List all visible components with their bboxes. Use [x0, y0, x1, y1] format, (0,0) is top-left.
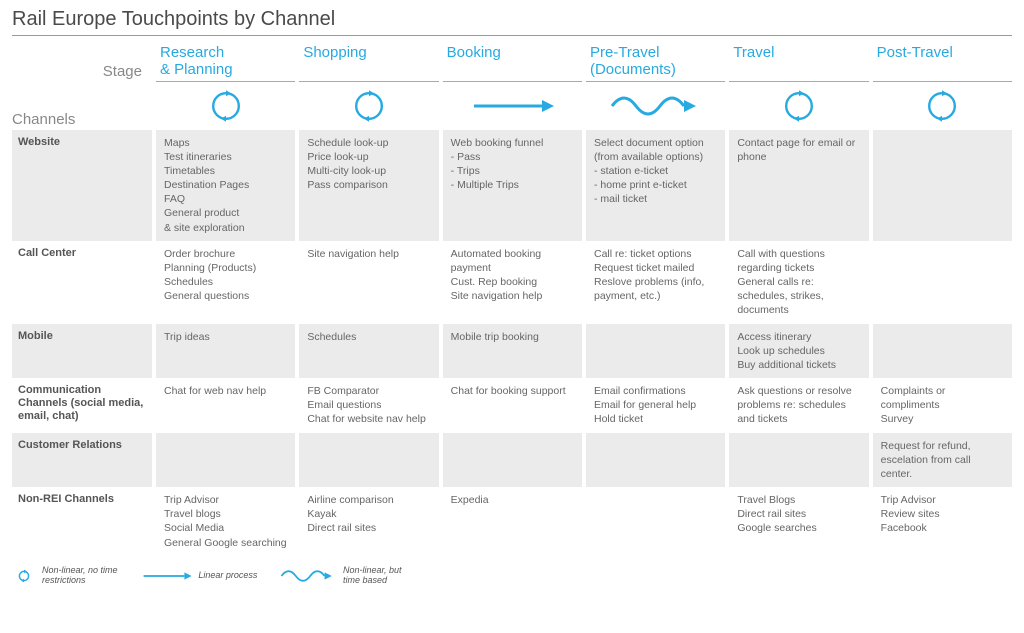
- legend-text: Linear process: [198, 571, 257, 581]
- touchpoint-cell: [729, 433, 868, 488]
- channel-row-header: Call Center: [12, 241, 152, 324]
- legend-item: Non-linear, no time restrictions: [12, 564, 118, 588]
- touchpoint-cell: Select document option (from available o…: [586, 130, 725, 241]
- legend-text: Non-linear, no time restrictions: [42, 566, 118, 586]
- channel-row-header: Non-REI Channels: [12, 487, 152, 556]
- touchpoint-cell: Site navigation help: [299, 241, 438, 324]
- stage-header: Post-Travel: [873, 40, 1012, 82]
- touchpoint-cell: Trip ideas: [156, 324, 295, 379]
- touchpoint-cell: Mobile trip booking: [443, 324, 582, 379]
- touchpoint-cell: Expedia: [443, 487, 582, 556]
- stage-header: Shopping: [299, 40, 438, 82]
- channel-row-header: Customer Relations: [12, 433, 152, 488]
- touchpoint-cell: Automated booking payment Cust. Rep book…: [443, 241, 582, 324]
- arrow-icon: [443, 82, 582, 130]
- channel-row-header: Mobile: [12, 324, 152, 379]
- touchpoint-cell: Travel Blogs Direct rail sites Google se…: [729, 487, 868, 556]
- touchpoint-cell: [586, 487, 725, 556]
- channels-label: Channels: [12, 111, 152, 130]
- touchpoint-cell: Web booking funnel - Pass - Trips - Mult…: [443, 130, 582, 241]
- touchpoint-cell: Trip Advisor Travel blogs Social Media G…: [156, 487, 295, 556]
- legend-text: Non-linear, but time based: [343, 566, 402, 586]
- touchpoint-cell: [586, 433, 725, 488]
- legend-item: Linear process: [140, 564, 258, 588]
- cycle-icon: [156, 82, 295, 130]
- arrow-icon: [140, 564, 193, 588]
- touchpoint-cell: Email confirmations Email for general he…: [586, 378, 725, 433]
- touchpoint-cell: Ask questions or resolve problems re: sc…: [729, 378, 868, 433]
- touchpoint-grid: Stage Research & Planning Shopping Booki…: [12, 40, 1012, 556]
- stage-label: Stage: [12, 63, 152, 82]
- touchpoint-cell: [299, 433, 438, 488]
- touchpoint-cell: Schedule look-up Price look-up Multi-cit…: [299, 130, 438, 241]
- cycle-icon: [12, 564, 36, 588]
- touchpoint-cell: Access itinerary Look up schedules Buy a…: [729, 324, 868, 379]
- stage-header: Pre-Travel (Documents): [586, 40, 725, 82]
- stage-header: Travel: [729, 40, 868, 82]
- touchpoint-cell: [873, 241, 1012, 324]
- cycle-icon: [299, 82, 438, 130]
- touchpoint-cell: Schedules: [299, 324, 438, 379]
- touchpoint-cell: Contact page for email or phone: [729, 130, 868, 241]
- stage-header: Booking: [443, 40, 582, 82]
- touchpoint-cell: Request for refund, escelation from call…: [873, 433, 1012, 488]
- touchpoint-cell: Order brochure Planning (Products) Sched…: [156, 241, 295, 324]
- stage-header: Research & Planning: [156, 40, 295, 82]
- cycle-icon: [873, 82, 1012, 130]
- touchpoint-cell: [443, 433, 582, 488]
- touchpoint-cell: Complaints or compliments Survey: [873, 378, 1012, 433]
- channel-row-header: Website: [12, 130, 152, 241]
- cycle-icon: [729, 82, 868, 130]
- touchpoint-cell: [156, 433, 295, 488]
- touchpoint-cell: Call re: ticket options Request ticket m…: [586, 241, 725, 324]
- touchpoint-cell: Chat for booking support: [443, 378, 582, 433]
- wave-icon: [279, 564, 337, 588]
- touchpoint-cell: [873, 324, 1012, 379]
- touchpoint-cell: Call with questions regarding tickets Ge…: [729, 241, 868, 324]
- wave-icon: [586, 82, 725, 130]
- touchpoint-cell: [586, 324, 725, 379]
- legend: Non-linear, no time restrictions Linear …: [12, 564, 1012, 588]
- touchpoint-cell: Chat for web nav help: [156, 378, 295, 433]
- channel-row-header: Communication Channels (social media, em…: [12, 378, 152, 433]
- touchpoint-cell: Maps Test itineraries Timetables Destina…: [156, 130, 295, 241]
- legend-item: Non-linear, but time based: [279, 564, 401, 588]
- touchpoint-cell: Airline comparison Kayak Direct rail sit…: [299, 487, 438, 556]
- page-title: Rail Europe Touchpoints by Channel: [12, 8, 1012, 36]
- touchpoint-cell: FB Comparator Email questions Chat for w…: [299, 378, 438, 433]
- touchpoint-cell: Trip Advisor Review sites Facebook: [873, 487, 1012, 556]
- touchpoint-cell: [873, 130, 1012, 241]
